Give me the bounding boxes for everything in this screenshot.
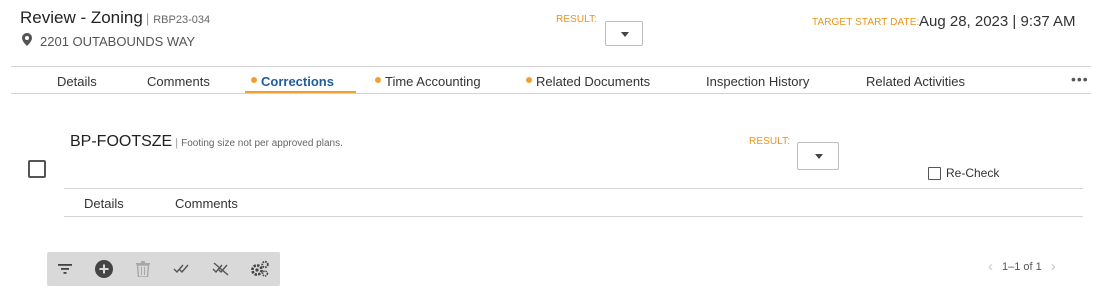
tabs-top-divider	[11, 66, 1091, 67]
tab-comments[interactable]: Comments	[147, 74, 210, 89]
correction-select-checkbox[interactable]	[28, 160, 46, 178]
delete-icon[interactable]	[133, 259, 153, 279]
tab-label: Corrections	[261, 74, 334, 89]
tab-label: Related Documents	[536, 74, 651, 89]
address-text: 2201 OUTABOUNDS WAY	[40, 33, 196, 49]
correction-subtabs-bottom-divider	[64, 216, 1083, 217]
tab-related-documents[interactable]: Related Documents	[526, 74, 650, 89]
correction-code: BP-FOOTSZE	[70, 133, 173, 150]
address-line: 2201 OUTABOUNDS WAY	[22, 33, 195, 49]
tab-label: Comments	[147, 74, 210, 89]
tabs-bottom-divider	[11, 93, 1091, 94]
indicator-dot-icon	[526, 77, 532, 83]
tab-inspection-history[interactable]: Inspection History	[706, 74, 809, 89]
result-label: RESULT:	[556, 14, 598, 25]
check-all-icon[interactable]	[172, 259, 192, 279]
tab-label: Time Accounting	[385, 74, 481, 89]
correction-result-dropdown[interactable]	[797, 142, 839, 170]
settings-icon[interactable]	[250, 259, 270, 279]
target-start-label: TARGET START DATE:	[812, 17, 920, 28]
inspection-title: Review - Zoning	[20, 8, 143, 27]
indicator-dot-icon	[251, 77, 257, 83]
pagination: ‹ 1–1 of 1 ›	[988, 259, 1056, 274]
tab-corrections[interactable]: Corrections	[251, 74, 334, 89]
case-number: RBP23-034	[153, 14, 211, 26]
tab-time-accounting[interactable]: Time Accounting	[375, 74, 481, 89]
map-pin-icon	[22, 33, 32, 49]
tab-label: Details	[57, 74, 97, 89]
checkbox-box[interactable]	[928, 166, 941, 180]
correction-description: Footing size not per approved plans.	[181, 138, 343, 149]
action-toolbar	[47, 252, 280, 286]
recheck-checkbox[interactable]: Re-Check	[928, 166, 999, 180]
filter-icon[interactable]	[55, 259, 75, 279]
add-icon[interactable]	[94, 259, 114, 279]
tab-label: Inspection History	[706, 74, 810, 89]
tab-details[interactable]: Details	[57, 74, 97, 89]
target-start-value: Aug 28, 2023 | 9:37 AM	[919, 13, 1076, 30]
correction-tab-comments[interactable]: Comments	[175, 196, 238, 211]
prev-page-icon[interactable]: ‹	[988, 259, 993, 274]
title-separator: |	[145, 11, 150, 26]
more-options-icon[interactable]: •••	[1071, 71, 1089, 87]
heading-separator: |	[175, 137, 179, 149]
tab-related-activities[interactable]: Related Activities	[866, 74, 965, 89]
correction-subtabs-top-divider	[64, 188, 1083, 189]
uncheck-all-icon[interactable]	[211, 259, 231, 279]
indicator-dot-icon	[375, 77, 381, 83]
active-tab-underline	[245, 91, 356, 93]
correction-result-label: RESULT:	[749, 136, 791, 147]
next-page-icon[interactable]: ›	[1051, 259, 1056, 274]
result-dropdown[interactable]	[605, 21, 643, 46]
tab-label: Related Activities	[866, 74, 965, 89]
recheck-label: Re-Check	[946, 166, 1000, 180]
correction-tab-details[interactable]: Details	[84, 196, 124, 211]
page-title: Review - Zoning | RBP23-034	[20, 8, 210, 28]
page-range-text: 1–1 of 1	[1002, 261, 1042, 273]
correction-heading: BP-FOOTSZE | Footing size not per approved…	[70, 133, 343, 151]
